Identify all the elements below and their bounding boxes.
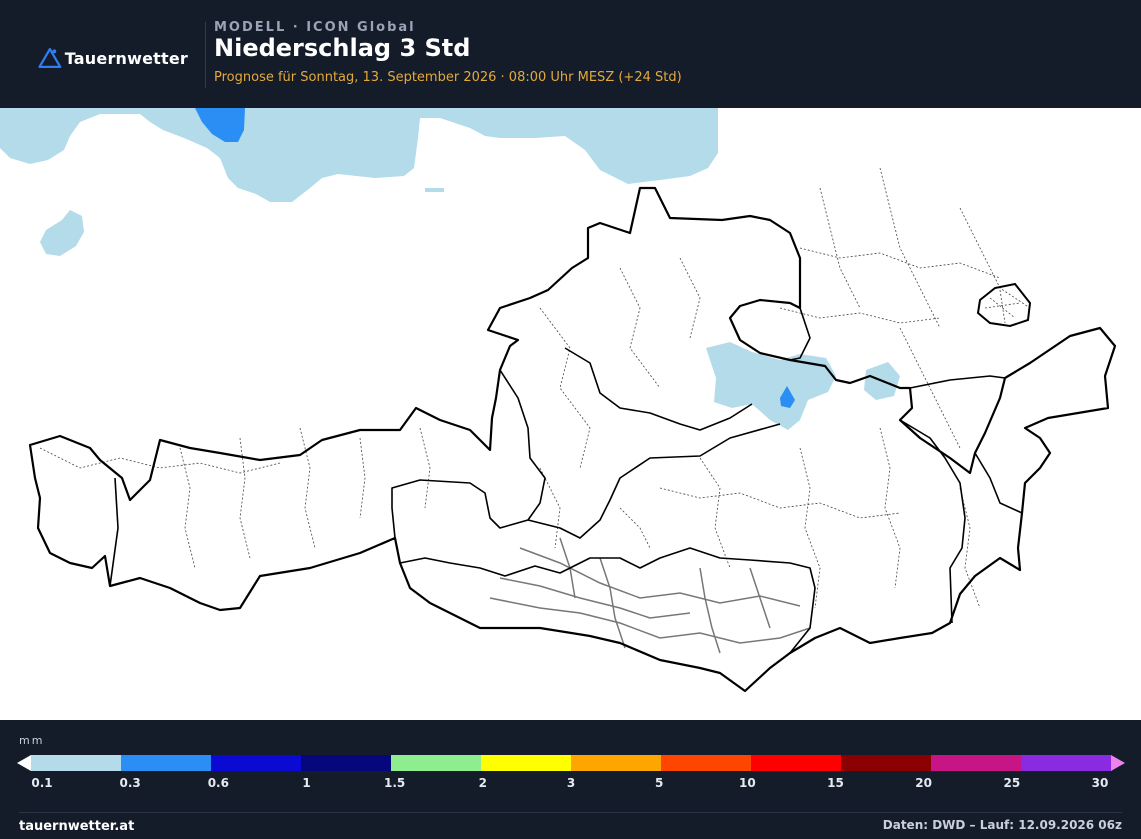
vienna-districts: [984, 289, 1021, 324]
precipitation-map: [0, 108, 1141, 720]
vienna-border: [976, 282, 1032, 328]
legend-tick-label: 3: [566, 776, 576, 790]
legend-tick-label: 5: [654, 776, 664, 790]
legend-tick-label: 20: [915, 776, 933, 790]
legend-swatch: [391, 755, 482, 771]
legend-tick-label: 0.6: [207, 776, 229, 790]
legend-footer: mm 0.1 0.3 0.6 1 1.5 2 3 5 10 15 20 25 30 tauernwett…: [0, 720, 1141, 839]
legend-tick-label: 1: [302, 776, 311, 790]
legend-ticks: 0.1 0.3 0.6 1 1.5 2 3 5 10 15 20 25 30: [0, 776, 1141, 792]
logo[interactable]: Tauernwetter: [38, 42, 188, 74]
header: Tauernwetter MODELL · ICON Global Nieder…: [0, 0, 1141, 108]
legend-tick-label: 2: [478, 776, 488, 790]
state-borders: [109, 307, 1023, 654]
legend-tick-label: 10: [738, 776, 756, 790]
legend-swatch: [1021, 755, 1112, 771]
legend-swatch: [481, 755, 572, 771]
precip-area-west: [40, 210, 84, 256]
legend-tick-label: 25: [1003, 776, 1021, 790]
precip-area-north: [0, 108, 718, 202]
legend-under-arrow: [17, 755, 31, 771]
legend-swatch: [841, 755, 932, 771]
legend-swatch: [931, 755, 1022, 771]
page-title: Niederschlag 3 Std: [214, 34, 471, 62]
legend-swatch: [301, 755, 392, 771]
logo-mountain-icon: [38, 47, 62, 69]
legend-tick-label: 30: [1091, 776, 1109, 790]
color-legend: [17, 755, 1125, 771]
legend-swatch: [661, 755, 752, 771]
forecast-time: Prognose für Sonntag, 13. September 2026…: [214, 70, 682, 85]
legend-swatch: [121, 755, 212, 771]
rivers: [489, 537, 811, 654]
legend-unit: mm: [19, 734, 45, 747]
precipitation-areas: [0, 108, 900, 430]
legend-tick-label: 1.5: [384, 776, 406, 790]
legend-swatch: [571, 755, 662, 771]
data-source: Daten: DWD – Lauf: 12.09.2026 06z: [882, 818, 1122, 832]
legend-tick-label: 15: [827, 776, 844, 790]
footer-divider: [19, 812, 1122, 813]
precip-area-small-1: [425, 188, 444, 192]
legend-swatch: [211, 755, 302, 771]
legend-tick-label: 0.3: [119, 776, 141, 790]
legend-swatch: [751, 755, 842, 771]
header-divider: [205, 22, 206, 88]
legend-over-arrow: [1111, 755, 1125, 771]
legend-swatch: [31, 755, 122, 771]
model-label: MODELL · ICON Global: [214, 20, 416, 35]
legend-tick-label: 0.1: [31, 776, 53, 790]
map-canvas: [0, 108, 1117, 693]
site-url[interactable]: tauernwetter.at: [19, 819, 134, 834]
logo-text: Tauernwetter: [64, 48, 188, 68]
